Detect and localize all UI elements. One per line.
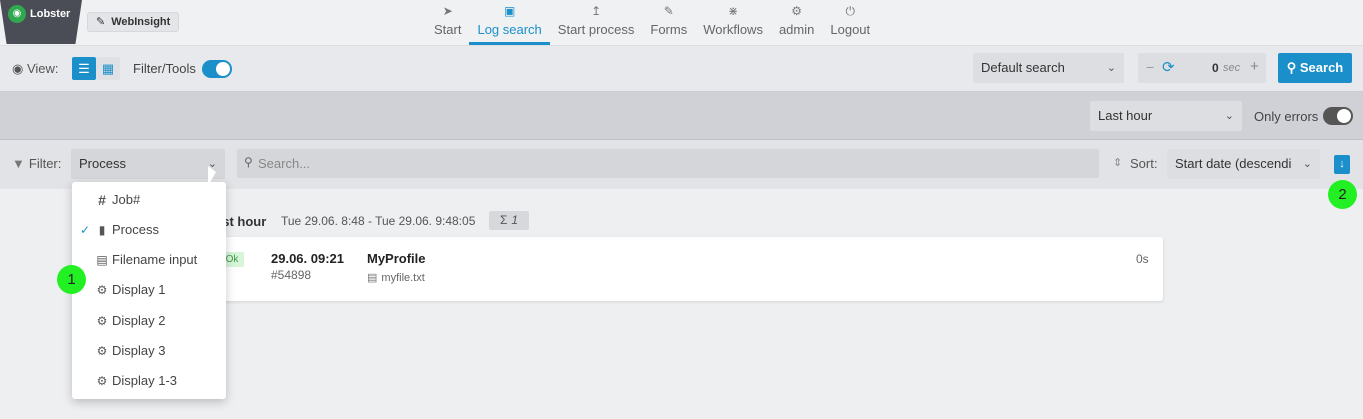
nav-label: Start process	[557, 22, 635, 37]
search-icon: ⚲	[1286, 60, 1297, 75]
nav-label: admin	[778, 22, 815, 37]
time-filter-row: Last hour ⌄ Only errors	[0, 92, 1363, 140]
nav-start[interactable]: ➤ Start	[426, 0, 469, 45]
search-icon: ⚲	[244, 155, 253, 169]
workflow-icon: ⋇	[728, 4, 739, 18]
callout-2: 2	[1328, 180, 1357, 209]
eye-icon: ◉	[12, 61, 24, 76]
result-card[interactable]: Ok 29.06. 09:21 #54898 MyProfile ▤ myfile…	[200, 237, 1163, 301]
toggle-knob	[1337, 109, 1351, 123]
nav-log-search[interactable]: ▣ Log search	[469, 0, 551, 45]
gears-icon: ⚙	[96, 374, 108, 388]
grid-icon: ▦	[101, 61, 115, 76]
process-icon: ▮	[98, 223, 106, 237]
only-errors-label: Only errors	[1254, 109, 1319, 124]
auto-refresh-control: − ⟳ 0 sec +	[1138, 53, 1266, 83]
brand-name: Lobster	[30, 8, 71, 20]
result-duration: 0s	[1136, 252, 1149, 266]
filter-tools-toggle[interactable]	[202, 60, 232, 78]
chevron-down-icon: ⌄	[1106, 62, 1116, 74]
list-icon: ☰	[78, 61, 90, 76]
grid-view-button[interactable]: ▦	[96, 57, 120, 80]
sort-icon: ⇕	[1113, 157, 1123, 169]
nav-label: Start	[434, 22, 462, 37]
refresh-interval-unit: sec	[1223, 62, 1241, 74]
dropdown-item-display-2[interactable]: ⚙ Display 2	[72, 306, 226, 336]
file-input-icon: ▤	[96, 253, 108, 267]
app-name: WebInsight	[111, 16, 171, 28]
result-profile-name[interactable]: MyProfile	[367, 251, 426, 266]
filter-field-value: Process	[79, 156, 126, 171]
time-range-select[interactable]: Last hour ⌄	[1090, 101, 1242, 131]
result-job-number: #54898	[271, 268, 312, 282]
nav-label: Workflows	[703, 22, 763, 37]
hash-icon: #	[98, 192, 106, 208]
sigma-icon: Σ	[499, 213, 508, 227]
dropdown-item-filename-input[interactable]: ▤ Filename input	[72, 245, 226, 275]
default-search-select[interactable]: Default search ⌄	[973, 53, 1124, 83]
nav-admin[interactable]: ⚙ admin	[771, 0, 822, 45]
file-input-icon: ▤	[367, 272, 378, 284]
time-range-value: Last hour	[1098, 108, 1153, 123]
lobster-logo-icon: ◉	[8, 5, 26, 23]
refresh-interval-value[interactable]: 0	[1212, 61, 1219, 75]
chevron-down-icon: ⌄	[1224, 110, 1234, 122]
list-view-button[interactable]: ☰	[72, 57, 96, 80]
nav-workflows[interactable]: ⋇ Workflows	[695, 0, 771, 45]
sort-label: Sort:	[1130, 156, 1158, 171]
nav-logout[interactable]: ⏻ Logout	[822, 0, 878, 45]
minus-icon[interactable]: −	[1146, 59, 1154, 75]
gear-icon: ⚙	[96, 314, 108, 328]
nav-forms[interactable]: ✎ Forms	[642, 0, 695, 45]
lobster-logo[interactable]: ◉ Lobster	[0, 0, 82, 44]
only-errors-toggle[interactable]	[1323, 107, 1353, 125]
refresh-icon[interactable]: ⟳	[1162, 58, 1175, 76]
sort-select[interactable]: Start date (descendi ⌄	[1167, 149, 1320, 179]
dropdown-item-display-3[interactable]: ⚙ Display 3	[72, 336, 226, 366]
upload-icon: ↥	[591, 4, 602, 18]
sort-value: Start date (descendi	[1175, 156, 1292, 171]
plus-icon[interactable]: +	[1250, 58, 1259, 75]
check-icon: ✓	[80, 223, 91, 237]
result-date: 29.06. 09:21	[271, 251, 345, 266]
filter-field-select[interactable]: Process ⌄	[71, 149, 225, 179]
dropdown-item-process[interactable]: ✓ ▮ Process	[72, 215, 226, 245]
view-label: ◉ View:	[12, 61, 59, 76]
filter-search-input[interactable]	[258, 149, 1088, 178]
main-nav: ➤ Start ▣ Log search ↥ Start process ✎ F…	[426, 0, 878, 45]
nav-label: Forms	[650, 22, 688, 37]
nav-label: Logout	[830, 22, 871, 37]
gear-icon: ⚙	[96, 283, 108, 297]
filter-field-dropdown: # Job# ✓ ▮ Process ▤ Filename input ⚙ Di…	[72, 182, 226, 399]
filter-label: ▼ Filter:	[12, 156, 62, 171]
power-icon: ⏻	[845, 4, 856, 18]
result-count-badge: Σ1	[489, 211, 529, 230]
export-download-icon[interactable]: ↓	[1334, 155, 1350, 174]
toggle-knob	[216, 62, 230, 76]
search-button[interactable]: ⚲ Search	[1278, 53, 1352, 83]
gear-icon: ⚙	[96, 344, 108, 358]
log-search-icon: ▣	[503, 4, 516, 18]
nav-label: Log search	[477, 22, 542, 37]
result-file: ▤ myfile.txt	[367, 272, 425, 284]
nav-start-process[interactable]: ↥ Start process	[550, 0, 643, 45]
filter-tools-label: Filter/Tools	[133, 61, 196, 76]
top-navigation-bar: ◉ Lobster ✎ WebInsight ➤ Start ▣ Log sear…	[0, 0, 1363, 46]
mouse-cursor-icon	[208, 166, 216, 186]
edit-icon: ✎	[663, 4, 674, 18]
dropdown-item-display-1[interactable]: ⚙ Display 1	[72, 275, 226, 305]
dropdown-item-display-1-3[interactable]: ⚙ Display 1-3	[72, 366, 226, 396]
callout-1: 1	[57, 265, 86, 294]
dropdown-item-job[interactable]: # Job#	[72, 185, 226, 215]
rocket-icon: ➤	[442, 4, 453, 18]
default-search-value: Default search	[981, 60, 1065, 75]
result-summary-range: Tue 29.06. 8:48 - Tue 29.06. 9:48:05	[281, 214, 476, 228]
pencil-icon: ✎	[96, 16, 106, 28]
funnel-icon: ▼	[12, 156, 25, 171]
filter-search-box: ⚲	[237, 149, 1099, 178]
app-name-badge[interactable]: ✎ WebInsight	[87, 12, 180, 32]
user-gear-icon: ⚙	[791, 4, 803, 18]
chevron-down-icon: ⌄	[1302, 158, 1312, 170]
